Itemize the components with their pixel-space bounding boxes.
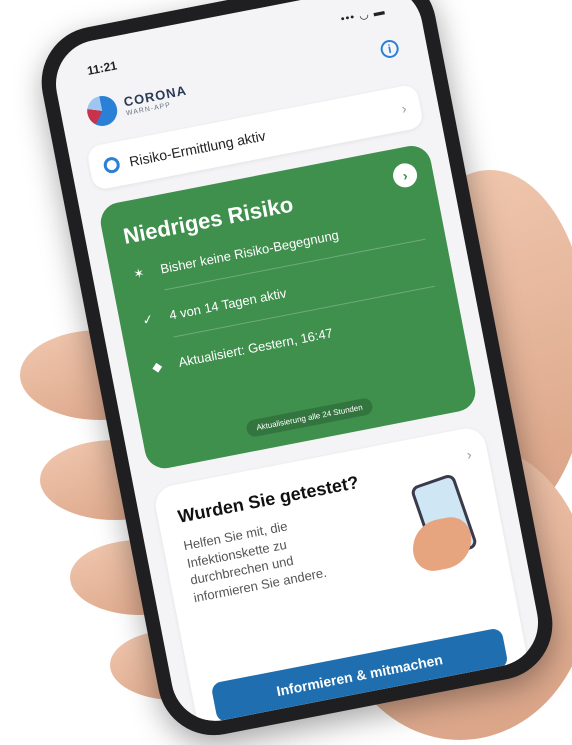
status-indicators: ••• ◡ ▬ bbox=[339, 5, 387, 26]
status-time: 11:21 bbox=[85, 58, 119, 78]
encounter-icon: ✶ bbox=[132, 265, 146, 282]
risk-card[interactable]: Niedriges Risiko › ✶ Bisher keine Risiko… bbox=[97, 142, 479, 472]
risk-title: Niedriges Risiko bbox=[121, 191, 296, 249]
chevron-right-icon: › bbox=[465, 445, 473, 463]
app-screen: 11:21 ••• ◡ ▬ CORONA WARN-APP i Risiko-E… bbox=[48, 0, 546, 729]
check-icon: ✓ bbox=[141, 311, 155, 329]
info-icon[interactable]: i bbox=[379, 38, 401, 60]
tracing-icon bbox=[102, 155, 122, 175]
app-logo: CORONA WARN-APP bbox=[84, 80, 191, 129]
hand-phone-illustration-icon bbox=[390, 472, 490, 596]
test-card[interactable]: Wurden Sie getestet? › Helfen Sie mit, d… bbox=[152, 425, 532, 729]
update-frequency-badge: Aktualisierung alle 24 Stunden bbox=[245, 396, 374, 439]
corona-logo-icon bbox=[84, 93, 120, 129]
shield-icon: ◆ bbox=[150, 357, 164, 375]
risk-row-text: 4 von 14 Tagen aktiv bbox=[168, 285, 288, 323]
logo-text: CORONA WARN-APP bbox=[122, 83, 190, 118]
phone-frame: 11:21 ••• ◡ ▬ CORONA WARN-APP i Risiko-E… bbox=[32, 0, 563, 745]
